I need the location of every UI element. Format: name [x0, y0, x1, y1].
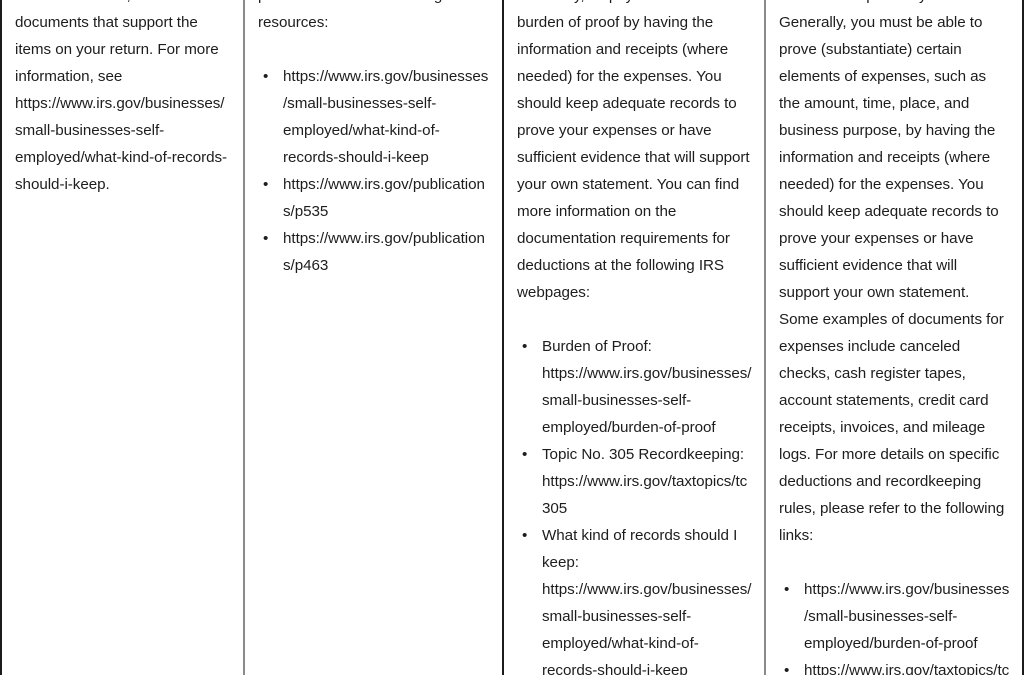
list-item: • Topic No. 305 Recordkeeping: https://w… — [517, 441, 752, 522]
bullet-icon: • — [263, 176, 269, 193]
table-cell-column-4: amount of expenses you claim. Generally,… — [764, 0, 1022, 675]
link-text[interactable]: Topic No. 305 Recordkeeping: https://www… — [542, 441, 752, 522]
column-divider-1 — [243, 0, 245, 675]
link-text[interactable]: https://www.irs.gov/publications/p463 — [283, 225, 490, 279]
link-text[interactable]: https://www.irs.gov/businesses/small-bus… — [804, 576, 1010, 657]
bullet-icon: • — [784, 581, 790, 598]
comparison-table-viewport[interactable]: canceled checks, and other documents tha… — [0, 0, 1024, 675]
table-row: canceled checks, and other documents tha… — [2, 0, 1022, 675]
list-item: • Burden of Proof: https://www.irs.gov/b… — [517, 333, 752, 441]
column-divider-2 — [502, 0, 504, 675]
bullet-icon: • — [784, 662, 790, 675]
column-3-paragraph: Generally, taxpayers meet their burden o… — [517, 0, 750, 301]
column-1-paragraph: canceled checks, and other documents tha… — [15, 0, 228, 193]
table-cell-column-1: canceled checks, and other documents tha… — [2, 0, 243, 675]
column-2-paragraph: please refer to the following resources: — [258, 0, 442, 31]
table-cell-column-3: Generally, taxpayers meet their burden o… — [502, 0, 764, 675]
link-text[interactable]: https://www.irs.gov/publications/p535 — [283, 171, 490, 225]
bullet-icon: • — [263, 68, 269, 85]
bullet-icon: • — [522, 338, 528, 355]
column-divider-3 — [764, 0, 766, 675]
link-text[interactable]: Burden of Proof: https://www.irs.gov/bus… — [542, 333, 752, 441]
table-cell-column-2: please refer to the following resources:… — [243, 0, 502, 675]
column-4-link-list: • https://www.irs.gov/businesses/small-b… — [779, 576, 1010, 675]
bullet-icon: • — [263, 230, 269, 247]
column-2-link-list: • https://www.irs.gov/businesses/small-b… — [258, 63, 490, 279]
list-item: • https://www.irs.gov/taxtopics/tc305 — [779, 657, 1010, 675]
list-item: • https://www.irs.gov/businesses/small-b… — [258, 63, 490, 171]
list-item: • https://www.irs.gov/publications/p463 — [258, 225, 490, 279]
bullet-icon: • — [522, 527, 528, 544]
bullet-icon: • — [522, 446, 528, 463]
list-item: • https://www.irs.gov/businesses/small-b… — [779, 576, 1010, 657]
link-text[interactable]: https://www.irs.gov/taxtopics/tc305 — [804, 657, 1010, 675]
link-text[interactable]: https://www.irs.gov/businesses/small-bus… — [283, 63, 490, 171]
list-item: • https://www.irs.gov/publications/p535 — [258, 171, 490, 225]
list-item: • What kind of records should I keep: ht… — [517, 522, 752, 675]
link-text[interactable]: What kind of records should I keep: http… — [542, 522, 752, 675]
column-3-link-list: • Burden of Proof: https://www.irs.gov/b… — [517, 333, 752, 675]
column-4-paragraph: amount of expenses you claim. Generally,… — [779, 0, 1005, 544]
